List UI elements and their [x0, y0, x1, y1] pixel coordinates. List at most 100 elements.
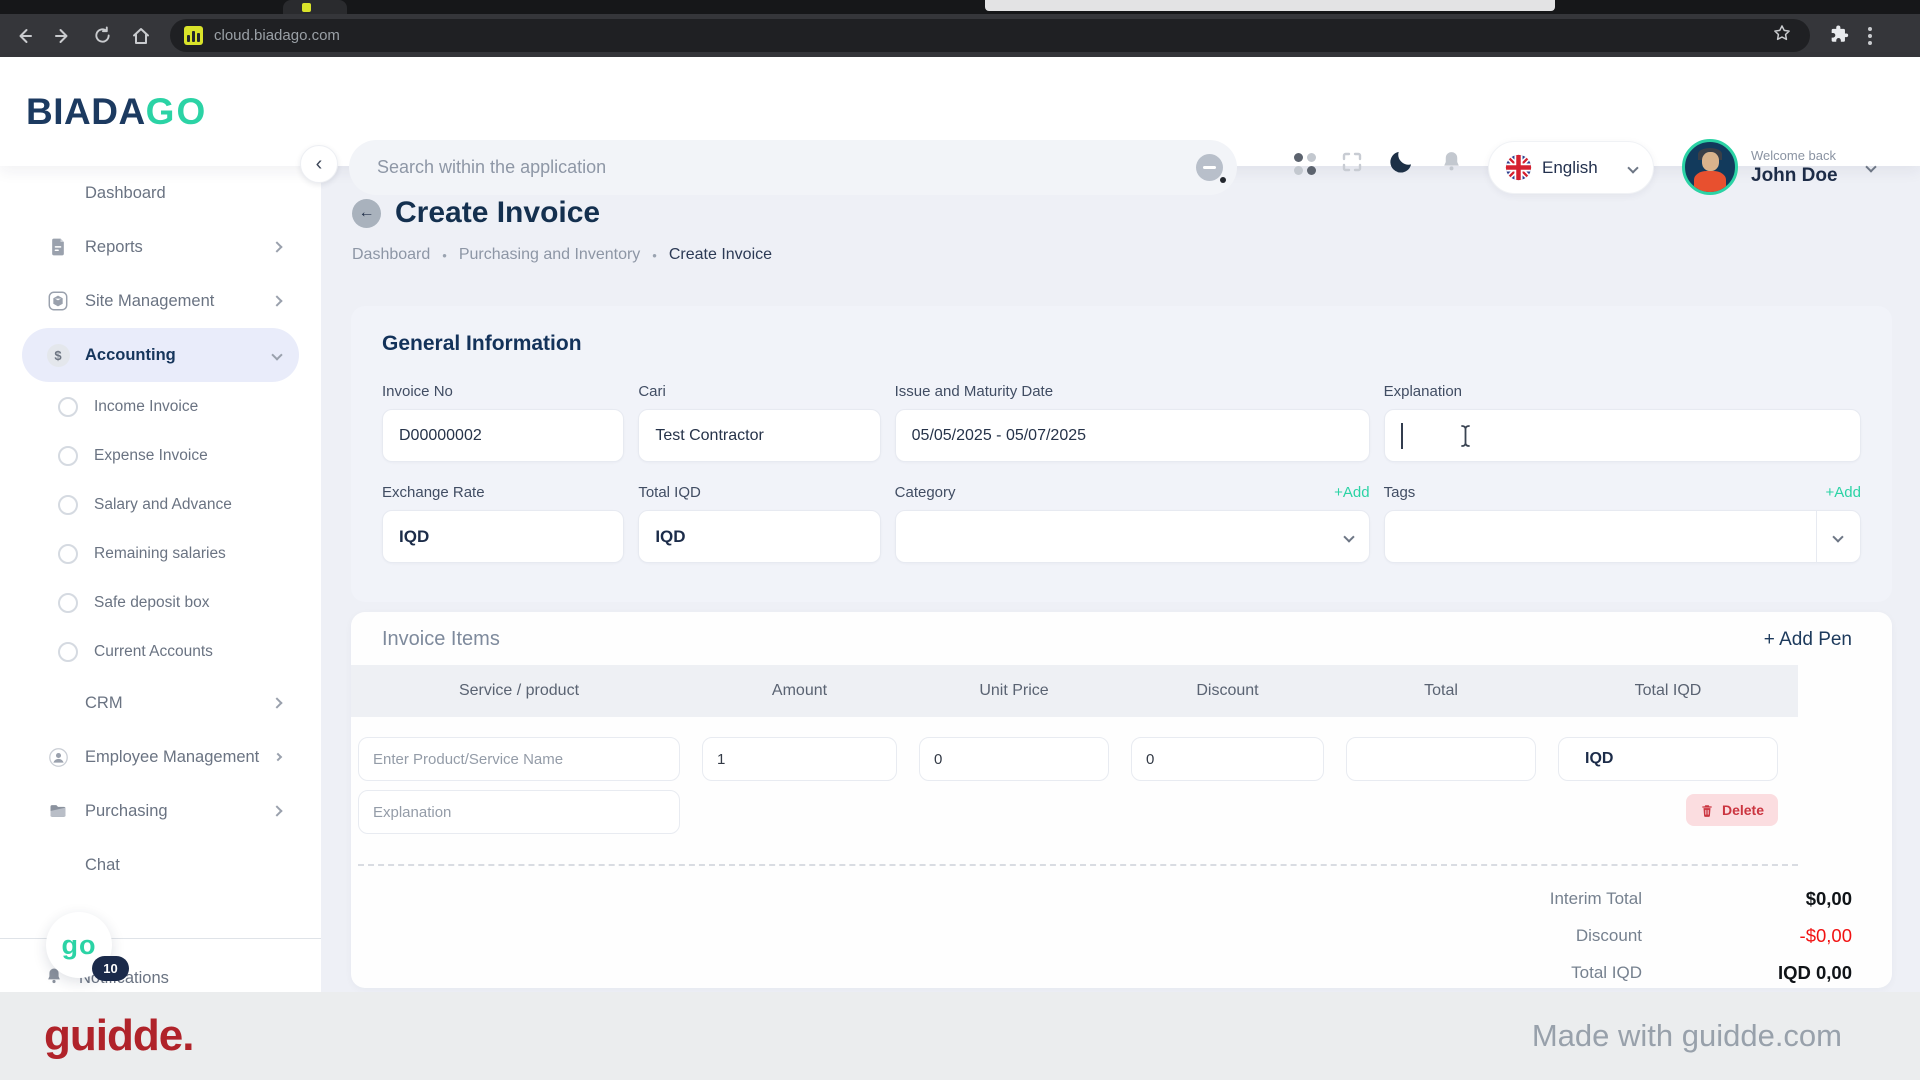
sidebar-item-current-accounts[interactable]: Current Accounts — [0, 627, 321, 676]
tags-dropdown-toggle[interactable] — [1815, 511, 1860, 562]
browser-home-button[interactable] — [126, 21, 156, 51]
tags-label: Tags — [1383, 483, 1416, 501]
guidde-logo: guidde. — [44, 1011, 194, 1060]
sidebar-item-remaining-salaries[interactable]: Remaining salaries — [0, 529, 321, 578]
trash-icon — [1702, 804, 1712, 817]
chevron-down-icon — [271, 349, 283, 361]
browser-reload-button[interactable] — [87, 21, 117, 51]
sidebar-collapse-button[interactable]: ‹ — [300, 145, 338, 183]
category-add-link[interactable]: +Add — [1334, 484, 1369, 501]
cube-icon — [46, 290, 70, 312]
cari-field[interactable] — [638, 409, 881, 462]
dark-mode-moon-icon[interactable] — [1388, 148, 1415, 180]
total-input[interactable] — [1346, 737, 1536, 781]
sidebar-item-accounting[interactable]: $ Accounting — [22, 328, 299, 382]
language-label: English — [1542, 157, 1598, 177]
radio-circle-icon — [58, 592, 78, 613]
bookmark-star-icon[interactable] — [1772, 23, 1792, 48]
col-total: Total — [1424, 682, 1458, 699]
notifications-bell-icon[interactable] — [1439, 149, 1464, 179]
sidebar-item-expense-invoice[interactable]: Expense Invoice — [0, 431, 321, 480]
sidebar-item-reports[interactable]: Reports — [22, 220, 299, 274]
extensions-puzzle-icon[interactable] — [1828, 22, 1850, 49]
sidebar-item-safe-deposit-box[interactable]: Safe deposit box — [0, 578, 321, 627]
unit-price-input[interactable] — [919, 737, 1109, 781]
search-input[interactable] — [377, 157, 1196, 178]
col-discount: Discount — [1196, 682, 1259, 699]
explanation-label: Explanation — [1383, 382, 1463, 400]
discount-input[interactable] — [1131, 737, 1324, 781]
total-iqd-field[interactable] — [638, 510, 881, 563]
delete-row-button[interactable]: Delete — [1685, 794, 1778, 826]
user-profile-menu[interactable]: Welcome back John Doe — [1682, 139, 1877, 195]
tab-favicon — [302, 3, 311, 12]
col-unit-price: Unit Price — [979, 682, 1049, 699]
sidebar-item-employee-management[interactable]: Employee Management — [22, 730, 299, 784]
apps-grid-icon[interactable] — [1294, 153, 1316, 175]
breadcrumb: Dashboard • Purchasing and Inventory • C… — [352, 246, 772, 264]
radio-circle-icon — [58, 641, 78, 662]
invoice-no-label: Invoice No — [382, 382, 453, 400]
logo-text-accent: GO — [145, 91, 208, 132]
radio-circle-icon — [58, 396, 78, 417]
browser-tab[interactable] — [283, 0, 347, 14]
tags-add-link[interactable]: +Add — [1826, 484, 1861, 501]
interim-total-value: $0,00 — [1805, 887, 1852, 909]
report-file-icon — [46, 237, 70, 257]
add-pen-button[interactable]: + Add Pen — [1764, 629, 1852, 651]
sidebar-item-salary-and-advance[interactable]: Salary and Advance — [0, 480, 321, 529]
page-title: Create Invoice — [395, 196, 601, 229]
breadcrumb-purchasing-inventory[interactable]: Purchasing and Inventory — [459, 246, 640, 264]
search-icon[interactable] — [1196, 154, 1226, 183]
sidebar-item-site-management[interactable]: Site Management — [22, 274, 299, 328]
amount-input[interactable] — [702, 737, 897, 781]
ibeam-cursor-icon — [1459, 424, 1472, 453]
invoice-no-field[interactable] — [382, 409, 625, 462]
tags-select[interactable] — [1383, 510, 1861, 563]
back-button[interactable]: ← — [352, 198, 381, 228]
tab-highlight — [985, 0, 1555, 11]
sidebar-item-chat[interactable]: Chat — [22, 838, 299, 892]
radio-circle-icon — [58, 494, 78, 515]
sidebar-item-purchasing[interactable]: Purchasing — [22, 784, 299, 838]
grand-total-iqd-label: Total IQD — [1571, 962, 1642, 982]
sidebar: Dashboard Reports Site Management $ Acco… — [0, 166, 321, 992]
browser-forward-button[interactable] — [48, 21, 78, 51]
cari-label: Cari — [638, 382, 666, 400]
person-icon — [46, 747, 70, 767]
breadcrumb-create-invoice: Create Invoice — [668, 246, 773, 263]
browser-menu-icon[interactable] — [1868, 26, 1872, 45]
row-currency-field[interactable]: IQD — [1558, 737, 1778, 781]
chevron-right-icon — [271, 241, 283, 253]
user-name: John Doe — [1751, 164, 1838, 186]
crm-grid-icon — [46, 694, 70, 713]
general-information-section: General Information Invoice No Cari Issu… — [351, 306, 1892, 602]
explanation-field[interactable] — [1383, 409, 1861, 462]
col-service-product: Service / product — [458, 682, 580, 699]
exchange-rate-label: Exchange Rate — [382, 483, 485, 501]
issue-maturity-date-label: Issue and Maturity Date — [894, 382, 1054, 400]
sidebar-item-income-invoice[interactable]: Income Invoice — [0, 382, 321, 431]
sidebar-item-crm[interactable]: CRM — [22, 676, 299, 730]
site-favicon — [184, 26, 203, 45]
breadcrumb-dashboard[interactable]: Dashboard — [352, 246, 430, 264]
issue-maturity-date-field[interactable] — [894, 409, 1370, 462]
sidebar-item-dashboard[interactable]: Dashboard — [22, 166, 299, 220]
browser-back-button[interactable] — [9, 21, 39, 51]
logo-text-primary: BIADA — [26, 91, 146, 132]
browser-address-bar[interactable]: cloud.biadago.com — [170, 19, 1810, 52]
header-action-icons — [1294, 148, 1464, 180]
row-explanation-input[interactable] — [358, 790, 680, 834]
service-product-input[interactable] — [358, 737, 680, 781]
category-select[interactable] — [894, 510, 1370, 563]
dashboard-grid-icon — [46, 184, 70, 203]
exchange-rate-field[interactable] — [382, 510, 625, 563]
screen: cloud.biadago.com BIADAGO ‹ Search withi… — [0, 0, 1920, 1080]
chevron-down-icon — [1627, 161, 1639, 174]
language-selector[interactable]: English — [1488, 141, 1654, 194]
text-caret — [1400, 422, 1403, 449]
fullscreen-icon[interactable] — [1340, 150, 1364, 179]
breadcrumb-separator: • — [652, 247, 657, 263]
radio-circle-icon — [58, 543, 78, 564]
radio-circle-icon — [58, 445, 78, 466]
